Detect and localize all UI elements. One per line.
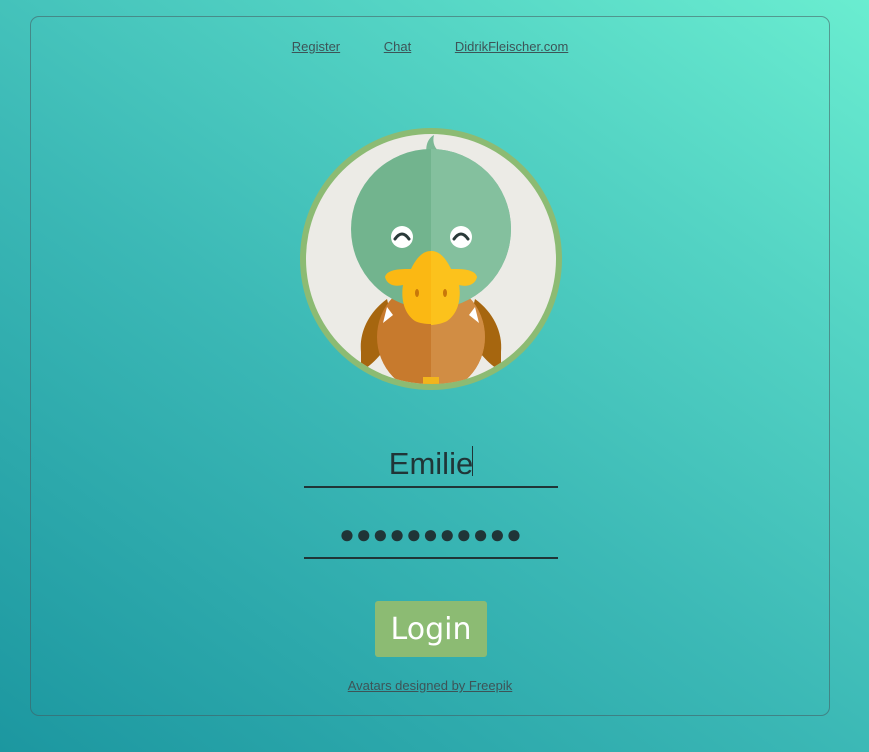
username-input[interactable] <box>304 441 558 488</box>
login-button[interactable]: Login <box>375 601 487 657</box>
top-nav: Register Chat DidrikFleischer.com <box>31 39 829 54</box>
password-input[interactable] <box>304 511 558 559</box>
freepik-credit-link[interactable]: Avatars designed by Freepik <box>348 678 513 693</box>
login-panel: Register Chat DidrikFleischer.com Emilie… <box>30 16 830 716</box>
chat-link[interactable]: Chat <box>384 39 411 54</box>
site-link[interactable]: DidrikFleischer.com <box>455 39 568 54</box>
credit-footer: Avatars designed by Freepik <box>31 678 829 693</box>
text-cursor <box>472 446 473 476</box>
duck-avatar-icon <box>299 127 563 391</box>
register-link[interactable]: Register <box>292 39 340 54</box>
